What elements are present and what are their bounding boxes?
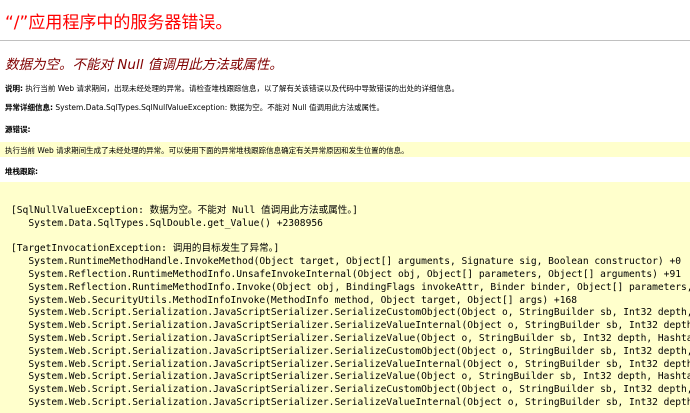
- stack-frame: System.Web.Script.Serialization.JavaScri…: [11, 371, 690, 383]
- stack-trace-text: [SqlNullValueException: 数据为空。不能对 Null 值调…: [11, 205, 690, 410]
- stack-frame: System.Reflection.RuntimeMethodInfo.Unsa…: [11, 268, 682, 280]
- stack-frame: System.Web.SecurityUtils.MethodInfoInvok…: [11, 294, 578, 306]
- stack-frame: System.Web.Script.Serialization.JavaScri…: [11, 384, 690, 396]
- stack-frame: System.Reflection.RuntimeMethodInfo.Invo…: [11, 281, 690, 293]
- description-text: 执行当前 Web 请求期间，出现未经处理的异常。请检查堆栈跟踪信息，以了解有关该…: [23, 84, 460, 93]
- description: 说明: 执行当前 Web 请求期间，出现未经处理的异常。请检查堆栈跟踪信息，以了…: [5, 83, 459, 94]
- stack-frame: System.Web.Script.Serialization.JavaScri…: [11, 320, 690, 332]
- page-title: “/”应用程序中的服务器错误。: [5, 13, 233, 33]
- stack-block-header: [SqlNullValueException: 数据为空。不能对 Null 值调…: [11, 205, 358, 216]
- stack-frame: System.Web.Script.Serialization.JavaScri…: [11, 345, 690, 357]
- exception-details-text: System.Data.SqlTypes.SqlNullValueExcepti…: [53, 103, 385, 112]
- stack-trace-box[interactable]: [SqlNullValueException: 数据为空。不能对 Null 值调…: [0, 182, 690, 413]
- source-error-label: 源错误:: [5, 125, 31, 134]
- exception-details-label: 异常详细信息:: [5, 103, 53, 112]
- stack-trace-label: 堆栈跟踪:: [5, 167, 38, 176]
- stack-frame: System.RuntimeMethodHandle.InvokeMethod(…: [11, 256, 682, 268]
- stack-frame: System.Web.Script.Serialization.JavaScri…: [11, 307, 690, 319]
- exception-details: 异常详细信息: System.Data.SqlTypes.SqlNullValu…: [5, 102, 384, 113]
- stack-frame: System.Web.Script.Serialization.JavaScri…: [11, 358, 690, 370]
- error-message: 数据为空。不能对 Null 值调用此方法或属性。: [5, 57, 283, 73]
- stack-block-header: [TargetInvocationException: 调用的目标发生了异常。]: [11, 243, 280, 255]
- stack-frame: System.Web.Script.Serialization.JavaScri…: [11, 332, 690, 344]
- source-error-box: 执行当前 Web 请求期间生成了未经处理的异常。可以使用下面的异常堆栈跟踪信息确…: [0, 142, 690, 157]
- stack-frame: System.Data.SqlTypes.SqlDouble.get_Value…: [11, 217, 323, 229]
- stack-frame: System.Web.Script.Serialization.JavaScri…: [11, 396, 690, 408]
- title-divider: [0, 40, 690, 41]
- source-error-text: 执行当前 Web 请求期间生成了未经处理的异常。可以使用下面的异常堆栈跟踪信息确…: [5, 146, 409, 155]
- description-label: 说明:: [5, 84, 23, 93]
